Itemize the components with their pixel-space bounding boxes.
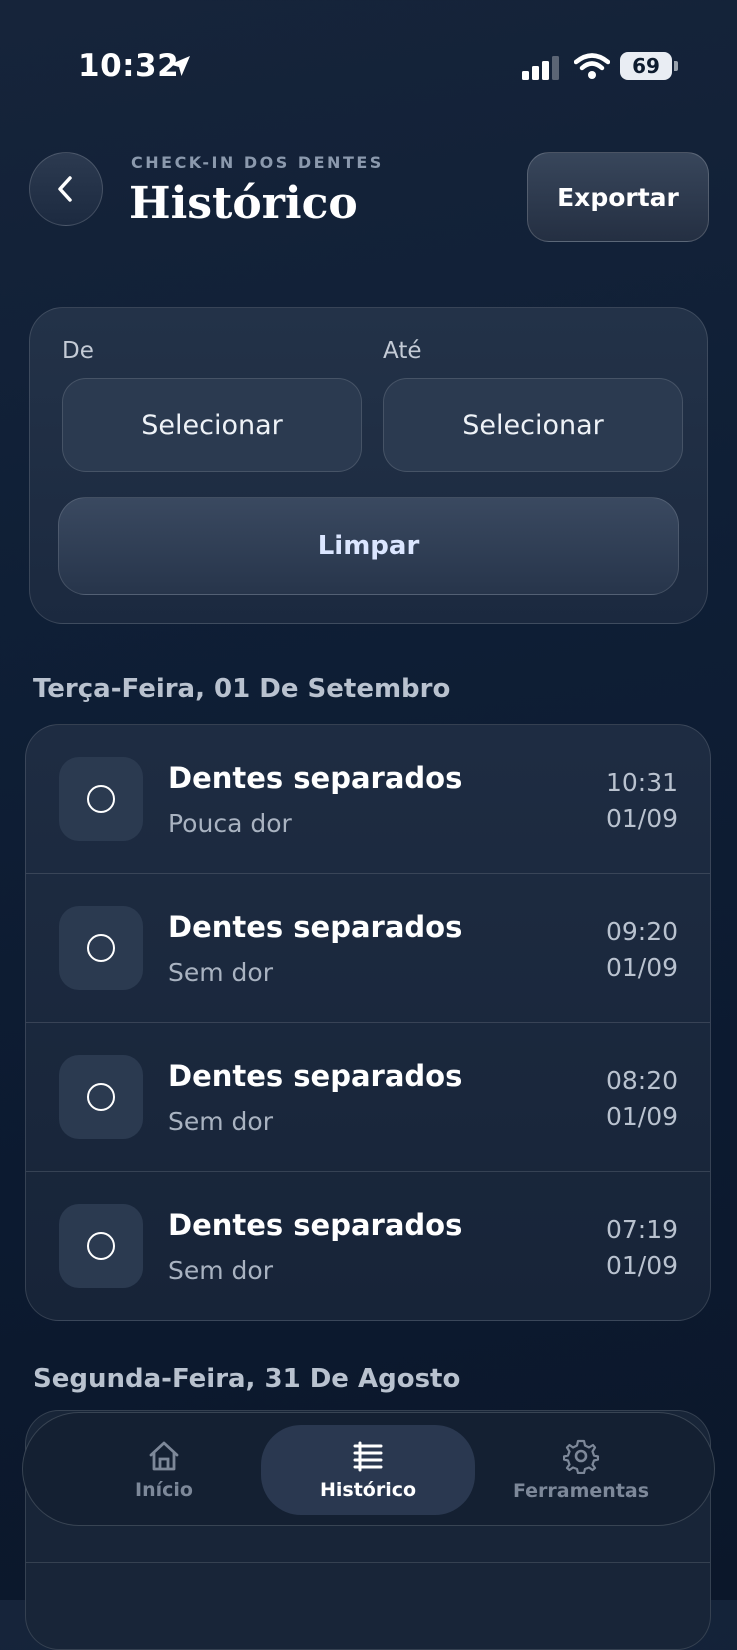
status-icon-container [59,1055,143,1139]
from-date-select[interactable]: Selecionar [62,378,362,472]
page-kicker: CHECK-IN DOS DENTES [131,153,384,172]
export-button[interactable]: Exportar [527,152,709,242]
entry-date: 01/09 [605,804,678,833]
chevron-left-icon [58,176,72,202]
entry-title: Dentes separados [168,910,463,944]
circle-icon [87,1083,115,1111]
entry-date: 01/09 [605,1102,678,1131]
entry-timestamp: 10:31 01/09 [606,765,678,837]
from-label: De [62,338,94,364]
status-icon-container [59,1204,143,1288]
back-button[interactable] [29,152,103,226]
entry-date: 01/09 [605,1251,678,1280]
entries-list: Dentes separados Pouca dor 10:31 01/09 D… [25,724,711,1321]
entry-title: Dentes separados [168,1208,463,1242]
list-icon [353,1441,383,1472]
entry-time: 09:20 [605,917,678,946]
circle-icon [87,934,115,962]
entry-timestamp: 09:20 01/09 [606,914,678,986]
status-time: 10:32 [78,48,180,84]
entry-subtitle: Sem dor [168,1256,273,1285]
wifi-icon [574,53,610,79]
tab-ferramentas[interactable]: Ferramentas [474,1425,688,1515]
home-icon [149,1441,179,1471]
list-item[interactable]: Dentes separados Sem dor 07:19 01/09 [26,1172,710,1320]
day-heading: Segunda-Feira, 31 De Agosto [33,1364,461,1394]
list-item[interactable]: Dentes separados Sem dor 09:20 01/09 [26,874,710,1023]
list-item[interactable]: Dentes separados Sem dor 08:20 01/09 [26,1023,710,1172]
day-heading: Terça-Feira, 01 De Setembro [33,674,451,704]
entry-subtitle: Sem dor [168,958,273,987]
entry-timestamp: 08:20 01/09 [606,1063,678,1135]
battery-level: 69 [620,52,672,80]
list-divider [26,1562,710,1563]
tab-historico[interactable]: Histórico [261,1425,475,1515]
clear-filter-button[interactable]: Limpar [58,497,679,595]
to-label: Até [383,338,422,364]
tab-label: Início [135,1479,193,1501]
circle-icon [87,785,115,813]
entry-title: Dentes separados [168,761,463,795]
entry-subtitle: Sem dor [168,1107,273,1136]
gear-icon [563,1439,599,1474]
to-date-select[interactable]: Selecionar [383,378,683,472]
entry-timestamp: 07:19 01/09 [606,1212,678,1284]
tab-inicio[interactable]: Início [57,1425,271,1515]
battery-icon [674,61,678,71]
status-icon-container [59,757,143,841]
entry-title: Dentes separados [168,1059,463,1093]
cellular-signal-icon [522,56,559,80]
entry-time: 10:31 [605,768,678,797]
tab-label: Ferramentas [512,1480,650,1502]
entry-date: 01/09 [605,953,678,982]
list-item[interactable]: Dentes separados Pouca dor 10:31 01/09 [26,725,710,874]
bottom-tab-bar: Início Histórico Ferramentas [22,1412,715,1526]
circle-icon [87,1232,115,1260]
status-icon-container [59,906,143,990]
tab-label: Histórico [319,1479,417,1501]
entry-time: 08:20 [605,1066,678,1095]
page-title: Histórico [129,178,358,229]
entry-time: 07:19 [605,1215,678,1244]
entry-subtitle: Pouca dor [168,809,292,838]
location-arrow-icon [170,56,190,76]
